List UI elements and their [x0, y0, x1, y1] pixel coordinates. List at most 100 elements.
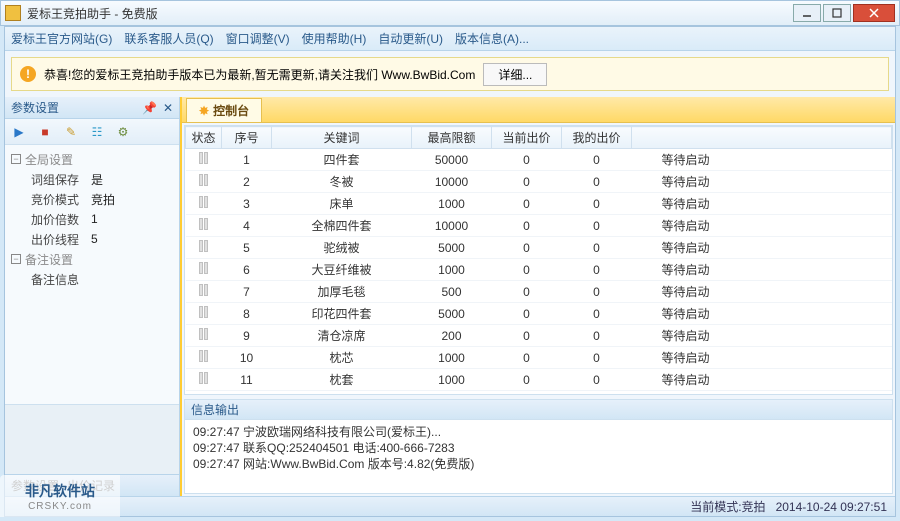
table-row[interactable]: 10枕芯100000等待启动 [186, 347, 892, 369]
menu-item[interactable]: 使用帮助(H) [302, 30, 367, 47]
cell-max: 200 [412, 325, 492, 347]
row-handle[interactable] [186, 171, 222, 193]
log-line: 09:27:47 宁波欧瑞网络科技有限公司(爱标王)... [193, 424, 884, 440]
cell-status: 等待启动 [632, 149, 892, 171]
row-handle[interactable] [186, 303, 222, 325]
row-handle[interactable] [186, 215, 222, 237]
table-row[interactable]: 3床单100000等待启动 [186, 193, 892, 215]
cell-seq: 8 [222, 303, 272, 325]
cell-max: 1000 [412, 259, 492, 281]
table-row[interactable]: 9清仓凉席20000等待启动 [186, 325, 892, 347]
maximize-button[interactable] [823, 4, 851, 22]
star-icon: ✸ [199, 104, 209, 118]
menu-item[interactable]: 版本信息(A)... [455, 30, 529, 47]
cell-seq: 9 [222, 325, 272, 347]
column-header[interactable]: 当前出价 [492, 127, 562, 149]
settings-icon[interactable]: ⚙ [115, 124, 131, 140]
edit-icon[interactable]: ✎ [63, 124, 79, 140]
row-handle[interactable] [186, 281, 222, 303]
setting-row[interactable]: 加价倍数1 [9, 209, 179, 229]
row-handle[interactable] [186, 325, 222, 347]
column-header[interactable]: 状态 [186, 127, 222, 149]
cell-current: 0 [492, 237, 562, 259]
cell-keyword: 驼绒被 [272, 237, 412, 259]
play-icon[interactable]: ▶ [11, 124, 27, 140]
cell-max: 5000 [412, 237, 492, 259]
menu-item[interactable]: 窗口调整(V) [226, 30, 290, 47]
row-handle[interactable] [186, 391, 222, 396]
minimize-button[interactable] [793, 4, 821, 22]
row-handle[interactable] [186, 237, 222, 259]
setting-row[interactable]: 词组保存是 [9, 169, 179, 189]
table-row[interactable]: 2冬被1000000等待启动 [186, 171, 892, 193]
table-row[interactable]: 1四件套5000000等待启动 [186, 149, 892, 171]
cell-seq: 10 [222, 347, 272, 369]
table-row[interactable]: 7加厚毛毯50000等待启动 [186, 281, 892, 303]
settings-tree: −全局设置 词组保存是 竞价模式竞拍 加价倍数1 出价线程5 −备注设置 备注信… [5, 145, 179, 289]
cell-status: 等待启动 [632, 391, 892, 396]
cell-max: 1000 [412, 369, 492, 391]
menu-item[interactable]: 联系客服人员(Q) [124, 30, 213, 47]
cell-keyword: 全棉四件套 [272, 215, 412, 237]
cell-max: 10000 [412, 171, 492, 193]
cell-status: 等待启动 [632, 303, 892, 325]
close-button[interactable] [853, 4, 895, 22]
row-handle[interactable] [186, 369, 222, 391]
table-row[interactable]: 6大豆纤维被100000等待启动 [186, 259, 892, 281]
setting-row[interactable]: 出价线程5 [9, 229, 179, 249]
column-header[interactable]: 我的出价 [562, 127, 632, 149]
cell-keyword: 清仓凉席 [272, 325, 412, 347]
table-row[interactable]: 5驼绒被500000等待启动 [186, 237, 892, 259]
cell-status: 等待启动 [632, 347, 892, 369]
info-bar: ! 恭喜!您的爱标王竞拍助手版本已为最新,暂无需更新,请关注我们 Www.BwB… [11, 57, 889, 91]
tree-group[interactable]: −全局设置 [9, 149, 179, 169]
cell-mybid: 0 [562, 391, 632, 396]
menu-item[interactable]: 自动更新(U) [378, 30, 443, 47]
log-line: 09:27:47 网站:Www.BwBid.Com 版本号:4.82(免费版) [193, 456, 884, 472]
cell-status: 等待启动 [632, 193, 892, 215]
cell-seq: 1 [222, 149, 272, 171]
log-output[interactable]: 09:27:47 宁波欧瑞网络科技有限公司(爱标王)...09:27:47 联系… [185, 420, 892, 493]
info-text: 恭喜!您的爱标王竞拍助手版本已为最新,暂无需更新,请关注我们 Www.BwBid… [44, 66, 475, 83]
app-icon [5, 5, 21, 21]
cell-status: 等待启动 [632, 237, 892, 259]
cell-status: 等待启动 [632, 171, 892, 193]
list-icon[interactable]: ☷ [89, 124, 105, 140]
cell-keyword: 冬被 [272, 171, 412, 193]
tree-group[interactable]: −备注设置 [9, 249, 179, 269]
stop-icon[interactable]: ■ [37, 124, 53, 140]
cell-max: 5000 [412, 391, 492, 396]
cell-mybid: 0 [562, 193, 632, 215]
column-header[interactable]: 最高限额 [412, 127, 492, 149]
sidebar-title: 参数设置 [11, 99, 59, 116]
cell-seq: 2 [222, 171, 272, 193]
menu-item[interactable]: 爱标王官方网站(G) [11, 30, 112, 47]
data-grid[interactable]: 状态序号关键词最高限额当前出价我的出价 1四件套5000000等待启动2冬被10… [184, 125, 893, 395]
table-row[interactable]: 11枕套100000等待启动 [186, 369, 892, 391]
column-header[interactable]: 序号 [222, 127, 272, 149]
cell-seq: 11 [222, 369, 272, 391]
row-handle[interactable] [186, 193, 222, 215]
table-row[interactable]: 4全棉四件套1000000等待启动 [186, 215, 892, 237]
detail-button[interactable]: 详细... [483, 63, 547, 86]
pin-icon[interactable]: 📌 [142, 101, 157, 115]
column-header[interactable]: 关键词 [272, 127, 412, 149]
cell-mybid: 0 [562, 215, 632, 237]
cell-mybid: 0 [562, 347, 632, 369]
cell-current: 0 [492, 369, 562, 391]
cell-max: 5000 [412, 303, 492, 325]
table-row[interactable]: 12被芯500000等待启动 [186, 391, 892, 396]
cell-status: 等待启动 [632, 215, 892, 237]
close-panel-icon[interactable]: ✕ [163, 101, 173, 115]
table-row[interactable]: 8印花四件套500000等待启动 [186, 303, 892, 325]
column-header[interactable] [632, 127, 892, 149]
row-handle[interactable] [186, 347, 222, 369]
cell-mybid: 0 [562, 237, 632, 259]
setting-row[interactable]: 竞价模式竞拍 [9, 189, 179, 209]
row-handle[interactable] [186, 259, 222, 281]
tab-bar: ✸ 控制台 [182, 97, 895, 123]
setting-row[interactable]: 备注信息 [9, 269, 179, 289]
tab-console[interactable]: ✸ 控制台 [186, 98, 262, 122]
row-handle[interactable] [186, 149, 222, 171]
status-time: 2014-10-24 09:27:51 [776, 500, 887, 514]
